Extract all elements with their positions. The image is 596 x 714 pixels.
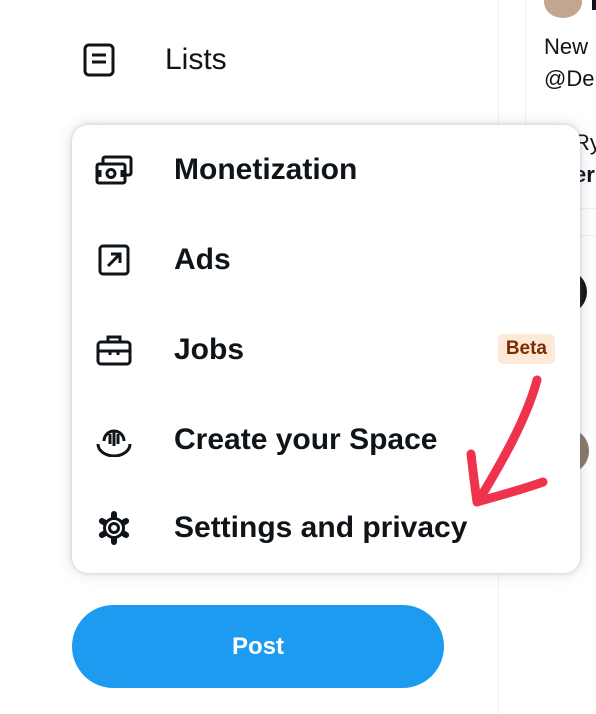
menu-item-label: Monetization: [174, 153, 358, 186]
menu-item-monetization[interactable]: Monetization: [72, 125, 580, 215]
monetization-icon: [94, 150, 134, 190]
gear-icon: [94, 508, 134, 548]
menu-item-create-space[interactable]: Create your Space: [72, 395, 580, 485]
sidebar-item-label: Lists: [165, 43, 227, 76]
menu-item-label: Create your Space: [174, 423, 438, 456]
sidebar-item-lists[interactable]: Lists: [82, 32, 227, 88]
menu-item-ads[interactable]: Ads: [72, 215, 580, 305]
menu-item-settings-privacy[interactable]: Settings and privacy: [72, 483, 580, 573]
more-menu: Monetization Ads Jobs Beta Create your S…: [72, 125, 580, 573]
card-handle[interactable]: @De: [544, 66, 594, 92]
menu-item-label: Ads: [174, 243, 231, 276]
avatar[interactable]: [544, 0, 582, 18]
card-text: New: [544, 34, 589, 59]
post-button[interactable]: Post: [72, 605, 444, 688]
truncated-text: [592, 0, 596, 10]
sidebar: Lists Monetization Ads Jobs Beta Create …: [0, 0, 580, 714]
menu-item-label: Settings and privacy: [174, 511, 468, 544]
lists-icon: [82, 42, 140, 78]
ads-icon: [94, 240, 134, 280]
briefcase-icon: [94, 330, 134, 370]
menu-item-label: Jobs: [174, 333, 245, 366]
spaces-icon: [94, 420, 134, 460]
beta-badge: Beta: [497, 334, 555, 364]
